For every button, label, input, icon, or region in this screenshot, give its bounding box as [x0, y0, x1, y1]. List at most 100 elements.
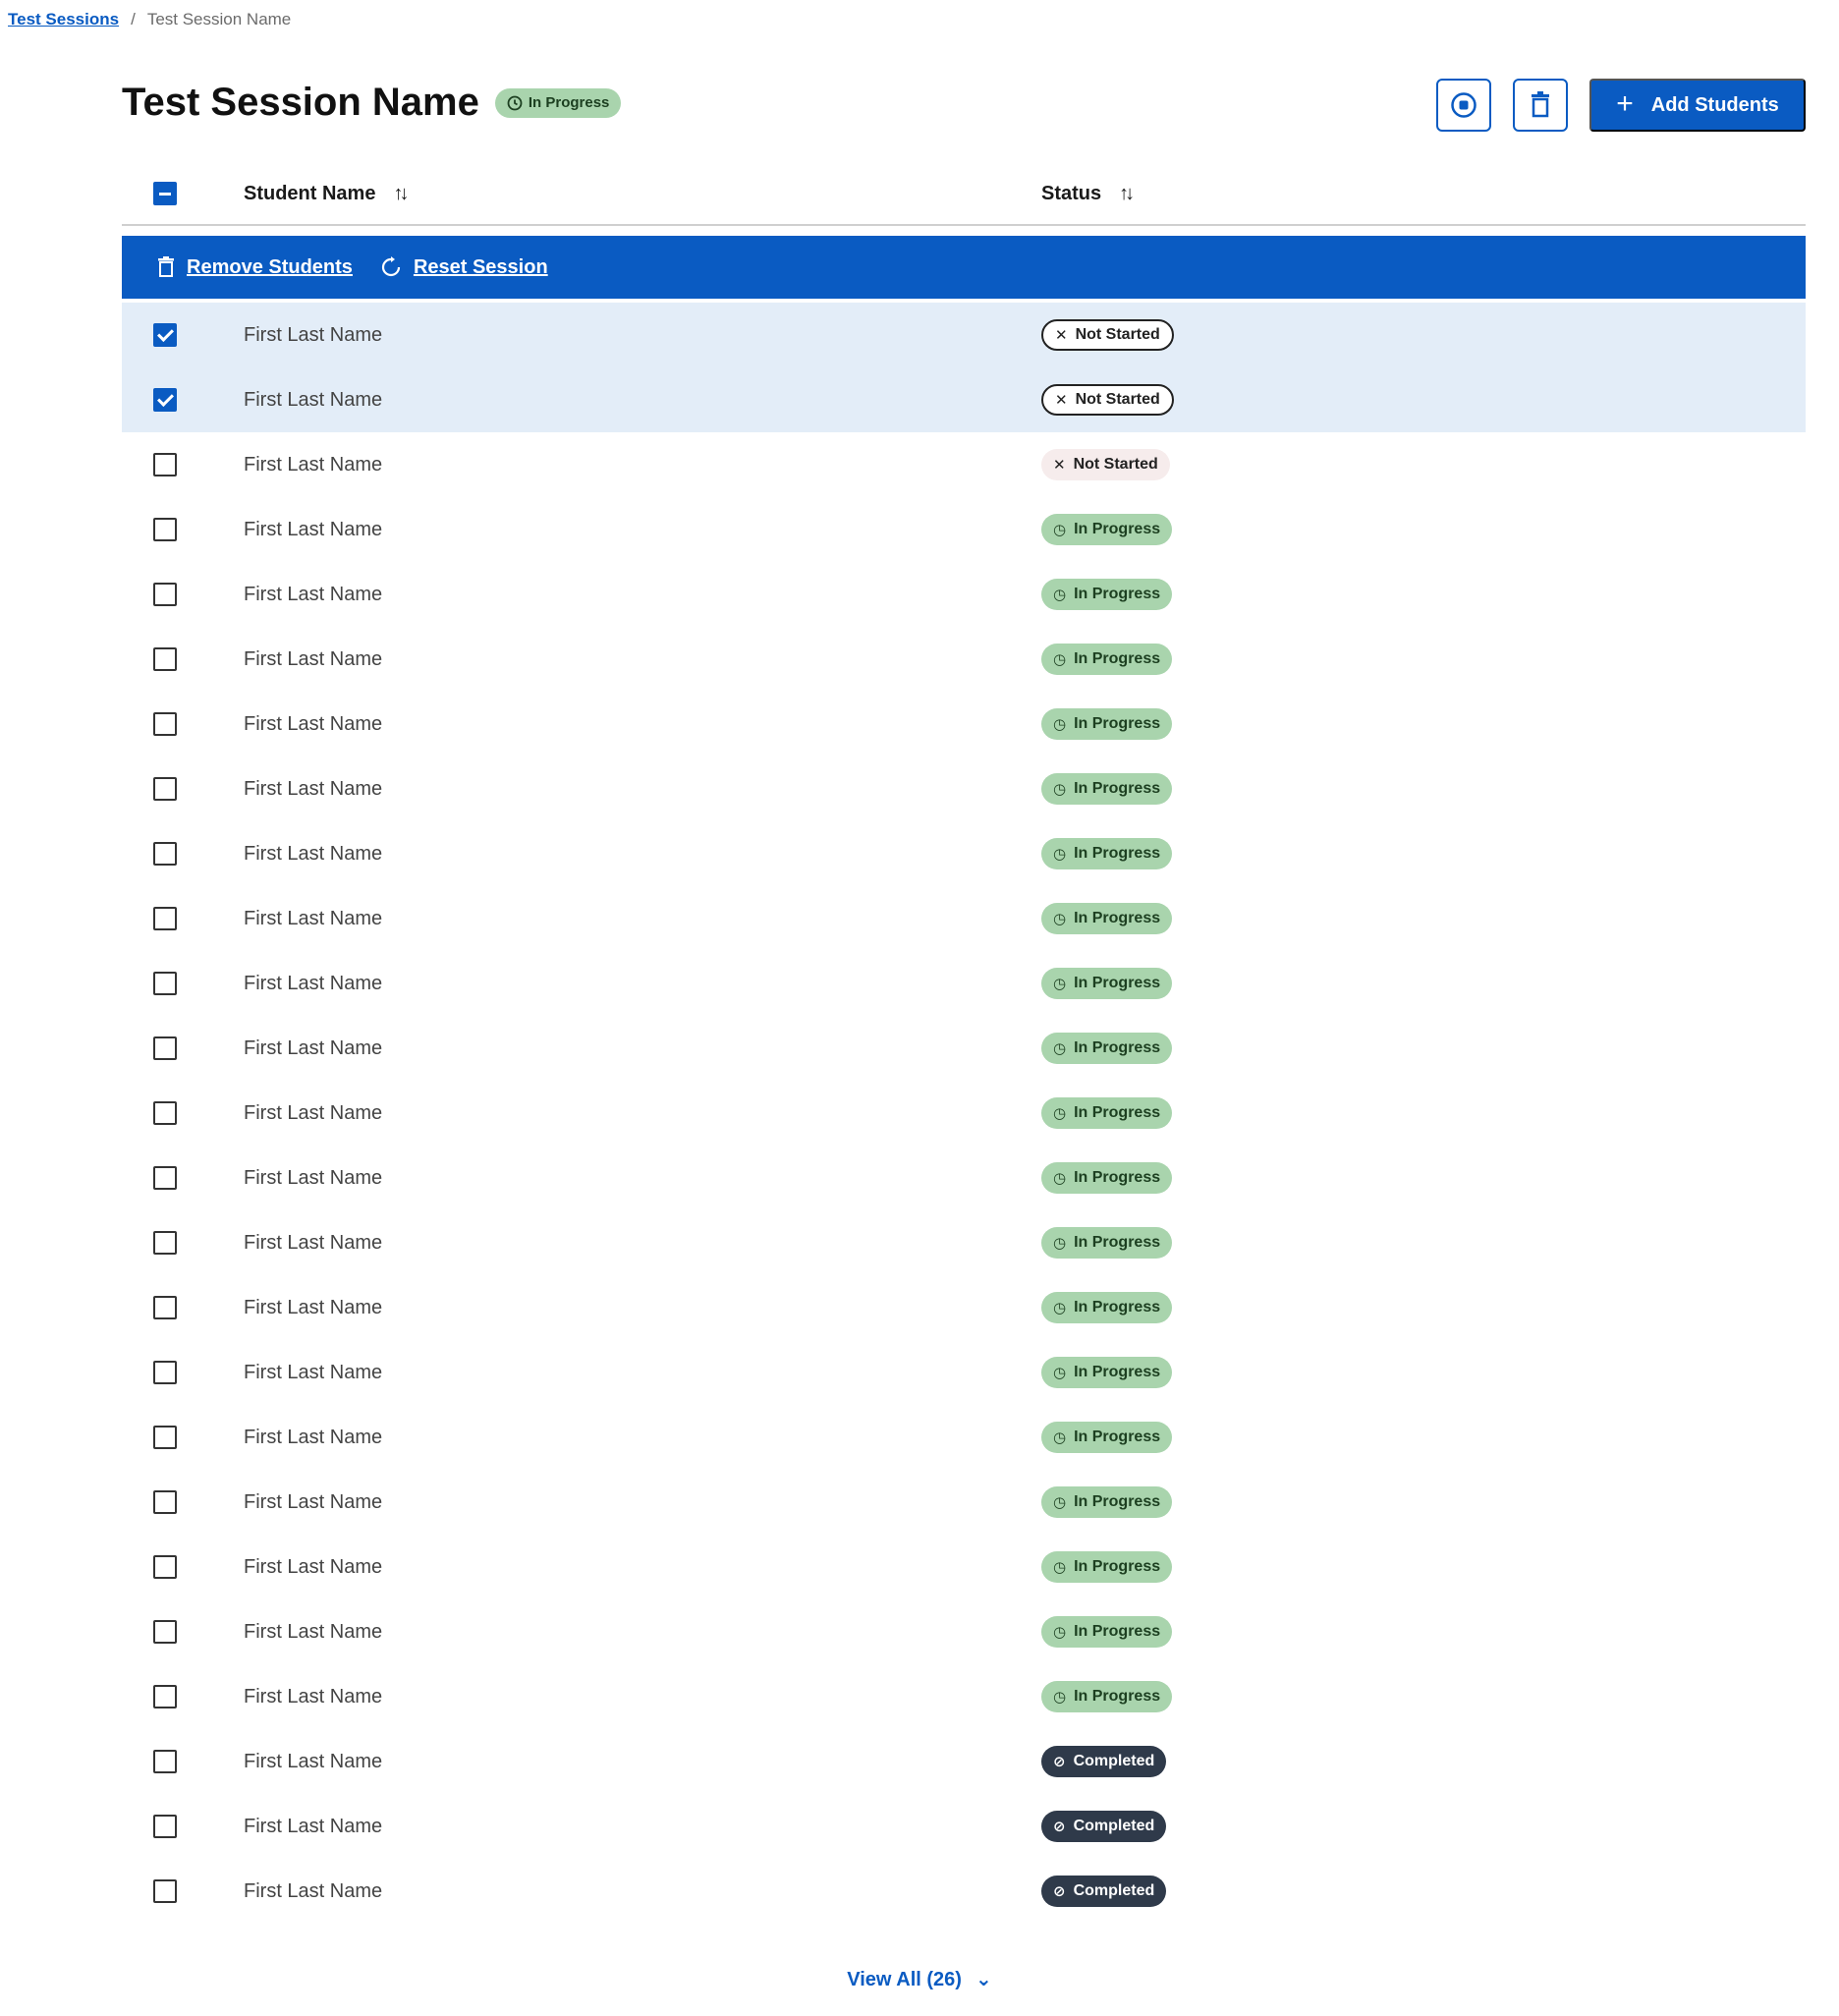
clock-icon: ◷ — [1053, 1040, 1067, 1057]
row-checkbox[interactable] — [153, 1036, 177, 1060]
status-cell: ◷ In Progress — [1041, 1162, 1173, 1194]
status-label: In Progress — [1074, 1688, 1161, 1705]
row-checkbox[interactable] — [153, 1296, 177, 1319]
status-label: In Progress — [1074, 910, 1161, 926]
breadcrumb-link-test-sessions[interactable]: Test Sessions — [8, 10, 119, 29]
select-all-checkbox[interactable] — [153, 182, 177, 205]
status-label: In Progress — [1074, 650, 1161, 667]
table-row[interactable]: First Last Name ◷ In Progress — [122, 497, 1806, 562]
table-header: Student Name ↑↓ Status ↑↓ — [122, 163, 1806, 226]
table-row[interactable]: First Last Name ◷ In Progress — [122, 1470, 1806, 1535]
status-cell: ◷ In Progress — [1041, 1486, 1173, 1518]
row-checkbox[interactable] — [153, 1879, 177, 1903]
status-badge: ◷ In Progress — [1041, 838, 1173, 869]
row-checkbox[interactable] — [153, 453, 177, 476]
table-row[interactable]: First Last Name ⊘ Completed — [122, 1859, 1806, 1924]
breadcrumb-separator: / — [131, 10, 136, 28]
status-cell: ◷ In Progress — [1041, 708, 1173, 740]
row-checkbox[interactable] — [153, 647, 177, 671]
status-cell: ◷ In Progress — [1041, 903, 1173, 934]
table-row[interactable]: First Last Name ✕ Not Started — [122, 432, 1806, 497]
status-cell: ◷ In Progress — [1041, 1227, 1173, 1259]
reset-session-button[interactable]: Reset Session — [380, 256, 548, 279]
table-row[interactable]: First Last Name ◷ In Progress — [122, 1016, 1806, 1081]
add-students-button[interactable]: + Add Students — [1589, 79, 1806, 132]
student-name: First Last Name — [244, 1815, 383, 1837]
table-row[interactable]: First Last Name ✕ Not Started — [122, 367, 1806, 432]
row-checkbox[interactable] — [153, 1815, 177, 1838]
table-row[interactable]: First Last Name ⊘ Completed — [122, 1794, 1806, 1859]
table-row[interactable]: First Last Name ◷ In Progress — [122, 1210, 1806, 1275]
status-badge: ◷ In Progress — [1041, 1551, 1173, 1583]
row-checkbox[interactable] — [153, 907, 177, 930]
table-row[interactable]: First Last Name ◷ In Progress — [122, 886, 1806, 951]
table-row[interactable]: First Last Name ◷ In Progress — [122, 756, 1806, 821]
status-badge: ✕ Not Started — [1041, 449, 1170, 480]
status-badge: ◷ In Progress — [1041, 773, 1173, 805]
table-row[interactable]: First Last Name ◷ In Progress — [122, 1664, 1806, 1729]
status-cell: ⊘ Completed — [1041, 1746, 1167, 1777]
table-row[interactable]: First Last Name ◷ In Progress — [122, 951, 1806, 1016]
table-row[interactable]: First Last Name ◷ In Progress — [122, 1340, 1806, 1405]
row-checkbox[interactable] — [153, 972, 177, 995]
stop-session-button[interactable] — [1436, 79, 1491, 132]
student-name: First Last Name — [244, 1750, 383, 1772]
remove-students-button[interactable]: Remove Students — [157, 256, 353, 279]
table-row[interactable]: First Last Name ⊘ Completed — [122, 1729, 1806, 1794]
row-checkbox[interactable] — [153, 1620, 177, 1644]
table-row[interactable]: First Last Name ◷ In Progress — [122, 562, 1806, 627]
clock-icon: ◷ — [1053, 522, 1067, 538]
row-checkbox[interactable] — [153, 583, 177, 606]
table-row[interactable]: First Last Name ◷ In Progress — [122, 1081, 1806, 1146]
status-label: In Progress — [1074, 1558, 1161, 1575]
row-checkbox[interactable] — [153, 1231, 177, 1255]
status-cell: ◷ In Progress — [1041, 1616, 1173, 1648]
clock-icon: ◷ — [1053, 1105, 1067, 1122]
student-name: First Last Name — [244, 712, 383, 735]
status-cell: ◷ In Progress — [1041, 1551, 1173, 1583]
table-row[interactable]: First Last Name ◷ In Progress — [122, 1146, 1806, 1210]
page-title: Test Session Name — [122, 81, 479, 124]
bulk-actions-bar: Remove Students Reset Session — [122, 236, 1806, 299]
sort-icon[interactable]: ↑↓ — [1119, 183, 1135, 205]
table-row[interactable]: First Last Name ✕ Not Started — [122, 303, 1806, 367]
row-checkbox[interactable] — [153, 1750, 177, 1773]
table-row[interactable]: First Last Name ◷ In Progress — [122, 1535, 1806, 1599]
status-cell: ◷ In Progress — [1041, 1681, 1173, 1712]
table-row[interactable]: First Last Name ◷ In Progress — [122, 1599, 1806, 1664]
sort-icon[interactable]: ↑↓ — [393, 183, 409, 205]
row-checkbox[interactable] — [153, 1361, 177, 1384]
row-checkbox[interactable] — [153, 1555, 177, 1579]
row-checkbox[interactable] — [153, 518, 177, 541]
row-checkbox[interactable] — [153, 1490, 177, 1514]
column-header-status[interactable]: Status ↑↓ — [1041, 183, 1135, 205]
row-checkbox[interactable] — [153, 712, 177, 736]
status-cell: ⊘ Completed — [1041, 1876, 1167, 1907]
row-checkbox[interactable] — [153, 842, 177, 866]
clock-icon: ◷ — [1053, 1689, 1067, 1706]
row-checkbox[interactable] — [153, 1166, 177, 1190]
row-checkbox[interactable] — [153, 1101, 177, 1125]
table-row[interactable]: First Last Name ◷ In Progress — [122, 821, 1806, 886]
student-name: First Last Name — [244, 777, 383, 800]
status-badge: ◷ In Progress — [1041, 708, 1173, 740]
row-checkbox[interactable] — [153, 388, 177, 412]
table-row[interactable]: First Last Name ◷ In Progress — [122, 692, 1806, 756]
student-name: First Last Name — [244, 1231, 383, 1254]
table-row[interactable]: First Last Name ◷ In Progress — [122, 1275, 1806, 1340]
table-row[interactable]: First Last Name ◷ In Progress — [122, 1405, 1806, 1470]
status-badge: ⊘ Completed — [1041, 1811, 1167, 1842]
column-header-student-name[interactable]: Student Name ↑↓ — [244, 183, 409, 205]
table-row[interactable]: First Last Name ◷ In Progress — [122, 627, 1806, 692]
row-checkbox[interactable] — [153, 1426, 177, 1449]
row-checkbox[interactable] — [153, 1685, 177, 1708]
status-label: In Progress — [1074, 975, 1161, 991]
row-checkbox[interactable] — [153, 323, 177, 347]
clock-icon — [507, 95, 523, 110]
delete-session-button[interactable] — [1513, 79, 1568, 132]
view-all-button[interactable]: View All (26) ⌄ — [0, 1967, 1839, 1991]
status-cell: ◷ In Progress — [1041, 773, 1173, 805]
row-checkbox[interactable] — [153, 777, 177, 801]
student-name: First Last Name — [244, 842, 383, 865]
status-cell: ◷ In Progress — [1041, 1292, 1173, 1323]
